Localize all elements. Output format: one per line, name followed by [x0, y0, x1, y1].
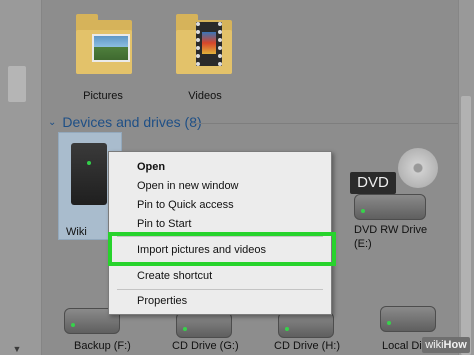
devices-section-header[interactable]: ⌄ Devices and drives (8) [48, 114, 202, 130]
folder-label: Videos [188, 90, 222, 102]
scrollbar-thumb[interactable] [461, 96, 471, 355]
selected-drive-label: Wiki [66, 226, 87, 238]
drive-sublabel: (E:) [354, 238, 372, 250]
dvd-disc-icon [398, 148, 438, 188]
menu-separator [117, 289, 323, 290]
dvd-badge: DVD [350, 172, 396, 194]
cd-drive-icon[interactable] [278, 312, 334, 338]
section-divider [192, 123, 458, 124]
watermark-logo: wikiHow [422, 337, 470, 353]
menu-item-open-new-window[interactable]: Open in new window [137, 177, 317, 195]
menu-item-pin-quick-access[interactable]: Pin to Quick access [137, 196, 317, 214]
highlight-callout [108, 232, 336, 266]
drive-label: Backup (F:) [74, 340, 131, 352]
menu-item-pin-start[interactable]: Pin to Start [137, 215, 317, 233]
watermark-suffix: How [443, 339, 467, 351]
film-strip-icon [196, 22, 222, 66]
hard-drive-icon[interactable] [380, 306, 436, 332]
nav-scrollbar-thumb[interactable] [8, 66, 26, 102]
drive-label: CD Drive (H:) [274, 340, 340, 352]
dvd-drive-icon[interactable] [354, 194, 426, 220]
menu-item-properties[interactable]: Properties [137, 292, 317, 310]
folder-label: Pictures [83, 90, 123, 102]
watermark-prefix: wiki [425, 339, 444, 351]
landscape-thumbnail-icon [92, 34, 130, 62]
menu-item-create-shortcut[interactable]: Create shortcut [137, 267, 317, 285]
drive-label: CD Drive (G:) [172, 340, 239, 352]
folder-pictures[interactable]: Pictures [72, 0, 136, 102]
navigation-pane: ▼ [0, 0, 42, 355]
folder-videos[interactable]: Videos [172, 0, 236, 102]
drive-label: DVD RW Drive [354, 224, 428, 236]
scroll-down-arrow-icon[interactable]: ▼ [8, 343, 26, 355]
cd-drive-icon[interactable] [176, 312, 232, 338]
menu-item-open[interactable]: Open [137, 158, 317, 176]
section-title: Devices and drives (8) [62, 114, 202, 130]
vertical-scrollbar[interactable] [458, 0, 474, 355]
drive-icon [71, 143, 107, 205]
chevron-down-icon: ⌄ [48, 116, 57, 128]
